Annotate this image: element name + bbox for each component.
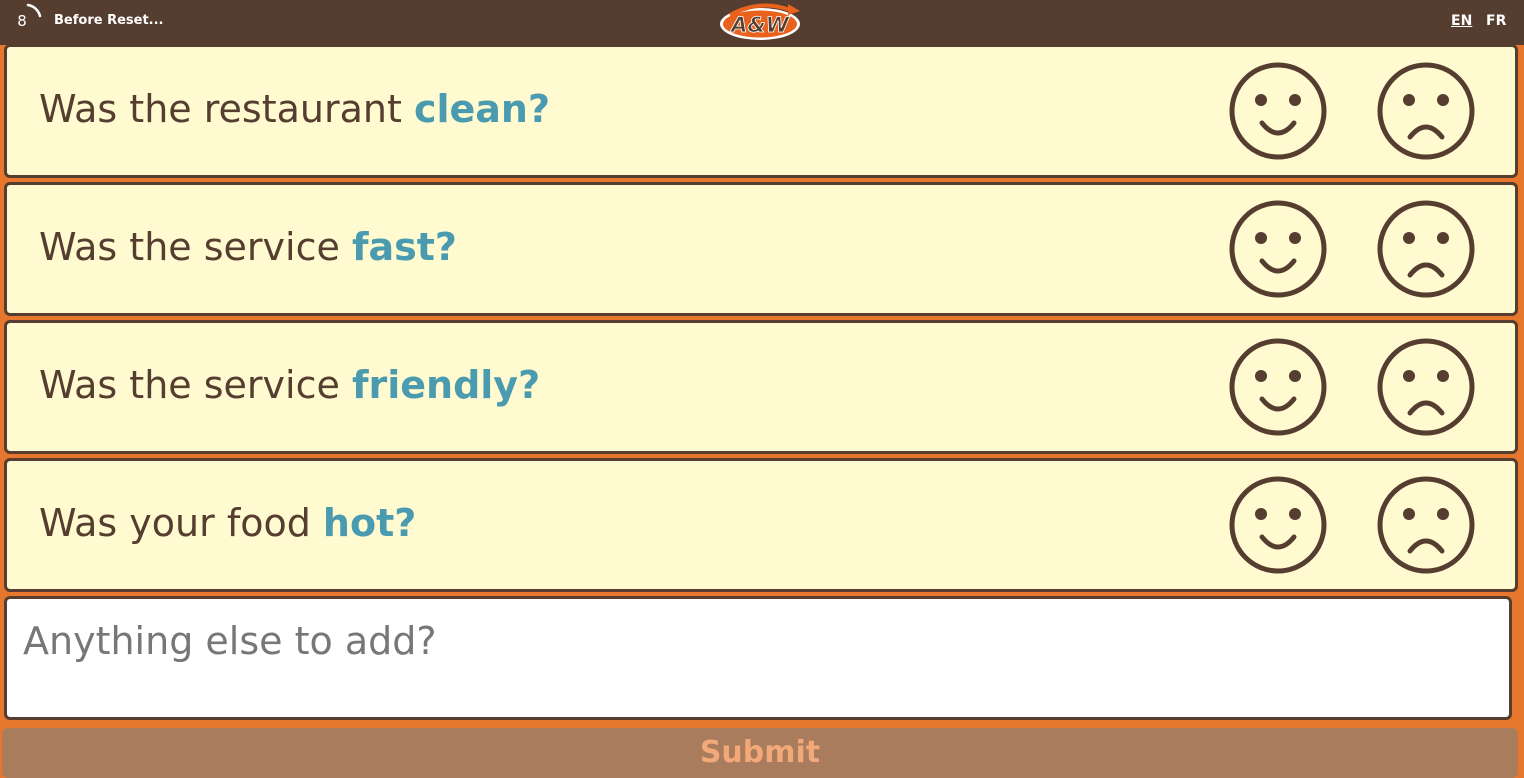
aw-logo: A&W (720, 3, 800, 40)
question-card-fast: Was the service fast? (4, 182, 1518, 316)
smiley-face-icon[interactable] (1228, 199, 1328, 299)
question-text: Was the restaurant clean? (39, 87, 550, 131)
top-bar: 8 Before Reset... A&W EN FR (0, 0, 1524, 45)
question-text: Was the service friendly? (39, 363, 540, 407)
language-en-link[interactable]: EN (1451, 13, 1472, 29)
countdown-number: 8 (17, 12, 27, 30)
question-keyword: hot? (322, 501, 417, 545)
question-text: Was the service fast? (39, 225, 457, 269)
question-card-hot: Was your food hot? (4, 458, 1518, 592)
question-keyword: fast? (351, 225, 457, 269)
logo-text: A&W (729, 13, 790, 37)
question-card-friendly: Was the service friendly? (4, 320, 1518, 454)
smiley-face-icon[interactable] (1228, 337, 1328, 437)
question-prefix: Was the service (39, 363, 352, 407)
frowning-face-icon[interactable] (1376, 337, 1476, 437)
reset-label: Before Reset... (54, 13, 164, 28)
frowning-face-icon[interactable] (1376, 61, 1476, 161)
question-prefix: Was your food (39, 501, 323, 545)
question-prefix: Was the restaurant (39, 87, 414, 131)
question-keyword: clean? (413, 87, 551, 131)
frowning-face-icon[interactable] (1376, 199, 1476, 299)
reset-countdown: 8 (6, 2, 42, 38)
question-card-clean: Was the restaurant clean? (4, 44, 1518, 178)
comment-textarea[interactable] (4, 596, 1512, 720)
submit-button[interactable]: Submit (2, 728, 1518, 778)
question-prefix: Was the service (39, 225, 352, 269)
language-fr-link[interactable]: FR (1486, 13, 1506, 29)
question-text: Was your food hot? (39, 501, 416, 545)
frowning-face-icon[interactable] (1376, 475, 1476, 575)
question-keyword: friendly? (351, 363, 541, 407)
smiley-face-icon[interactable] (1228, 61, 1328, 161)
smiley-face-icon[interactable] (1228, 475, 1328, 575)
